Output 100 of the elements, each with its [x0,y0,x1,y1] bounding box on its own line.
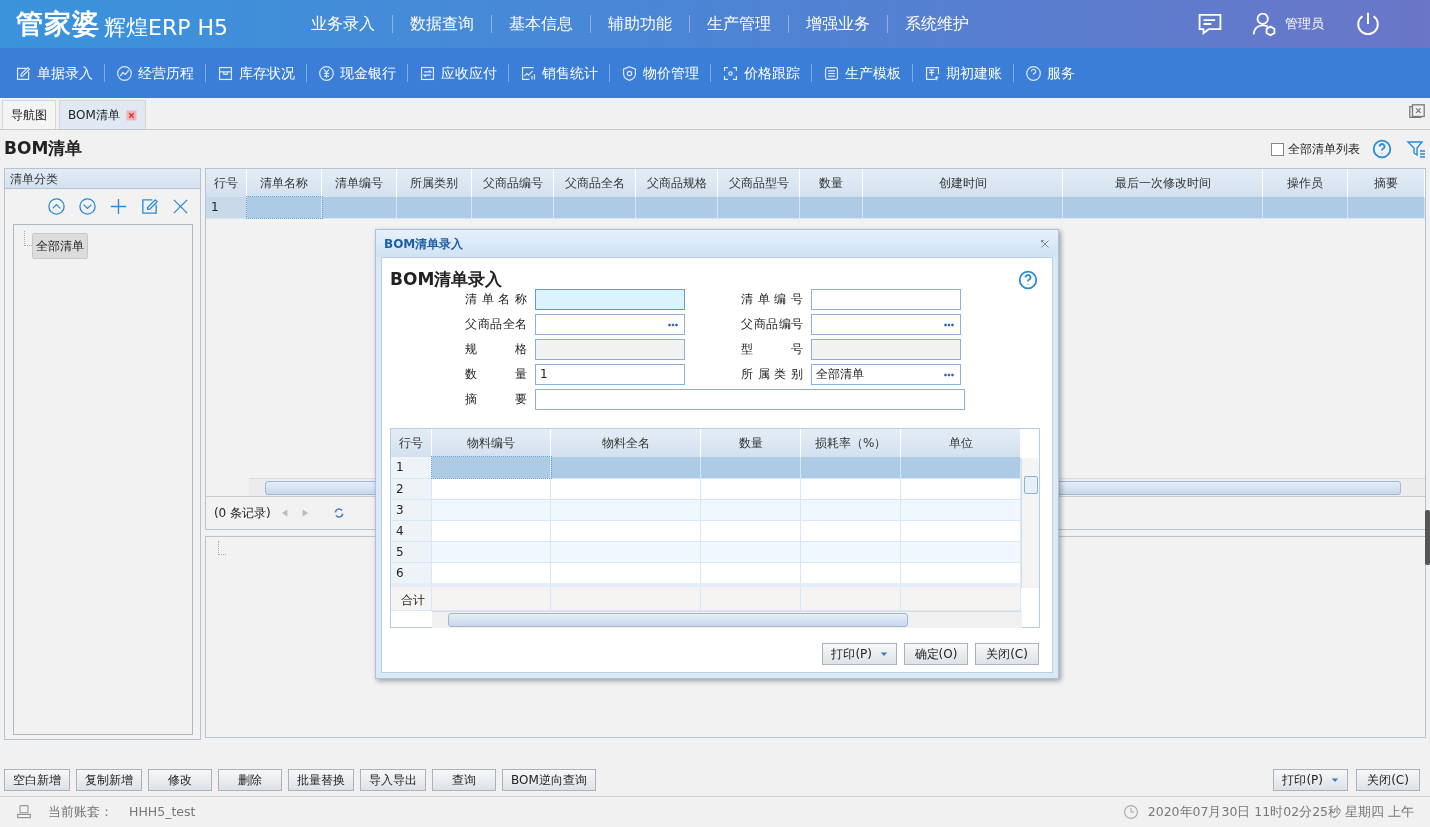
menu-item[interactable]: 业务录入 [294,15,393,33]
help-icon[interactable] [1018,269,1038,290]
input-field[interactable] [811,288,961,310]
column-header[interactable]: 行号 [205,169,247,197]
up-icon[interactable] [46,197,66,216]
more-icon[interactable] [943,372,955,377]
action-button[interactable]: 批量替换 [288,769,354,791]
column-header[interactable]: 物料编号 [431,429,551,457]
more-icon[interactable] [667,322,679,327]
action-button[interactable]: 打印(P) [1273,769,1348,791]
column-header[interactable]: 物料全名 [550,429,701,457]
toolbar-item[interactable]: 价格跟踪 [744,64,800,82]
close-icon[interactable] [1040,238,1050,249]
add-icon[interactable] [108,197,128,216]
column-header[interactable]: 创建时间 [862,169,1063,197]
shield-icon[interactable] [621,64,638,82]
transfer-icon[interactable] [419,64,436,82]
table-row[interactable]: 6 [391,562,1021,585]
toolbar-item[interactable]: 生产模板 [845,64,901,82]
target-icon[interactable] [722,64,739,82]
document-icon[interactable] [823,64,840,82]
input-field[interactable] [535,288,685,310]
datetime: 2020年07月30日 11时02分25秒 星期四 上午 [1147,802,1414,821]
action-button[interactable]: 导入导出 [360,769,426,791]
yen-icon[interactable] [318,64,335,82]
edit-icon[interactable] [15,64,32,82]
column-header[interactable]: 数量 [700,429,801,457]
chat-icon[interactable] [1197,11,1223,37]
menu-item[interactable]: 辅助功能 [591,15,690,33]
toolbar-item[interactable]: 物价管理 [643,64,699,82]
table-row[interactable]: 5 [391,541,1021,562]
action-button[interactable]: 打印(P) [822,643,897,665]
table-row[interactable]: 4 [391,520,1021,541]
table-row[interactable]: 1 [391,457,1021,478]
toolbar-item[interactable]: 现金银行 [340,64,396,82]
menu-item[interactable]: 生产管理 [690,15,789,33]
column-header[interactable]: 父商品编号 [471,169,554,197]
action-button[interactable]: 删除 [218,769,282,791]
checkbox-label[interactable]: 全部清单列表 [1288,140,1360,158]
menu-item[interactable]: 数据查询 [393,15,492,33]
column-header[interactable]: 父商品全名 [553,169,636,197]
table-row[interactable]: 3 [391,499,1021,520]
action-button[interactable]: 关闭(C) [1356,769,1420,791]
column-header[interactable]: 最后一次修改时间 [1062,169,1263,197]
toolbar-item[interactable]: 销售统计 [542,64,598,82]
toolbar-item[interactable]: 库存状况 [239,64,295,82]
toolbar-item[interactable]: 服务 [1047,64,1075,82]
column-header[interactable]: 数量 [799,169,863,197]
power-icon[interactable] [1354,10,1382,38]
edit-icon[interactable] [139,197,159,216]
tree-node[interactable]: 全部清单 [32,233,88,259]
close-all-icon[interactable] [1408,103,1426,121]
action-button[interactable]: BOM逆向查询 [502,769,596,791]
refresh-icon[interactable] [332,507,345,519]
more-icon[interactable] [943,322,955,327]
input-field[interactable]: 全部清单 [811,363,961,385]
menu-item[interactable]: 系统维护 [888,15,986,33]
ledger-icon[interactable] [924,64,941,82]
column-header[interactable]: 清单名称 [246,169,322,197]
table-row[interactable]: 2 [391,478,1021,499]
column-header[interactable]: 所属类别 [396,169,472,197]
action-button[interactable]: 空白新增 [4,769,70,791]
splitter-handle[interactable] [1425,510,1430,565]
action-button[interactable]: 修改 [148,769,212,791]
filter-icon[interactable] [1406,139,1426,159]
column-header[interactable]: 损耗率（%） [800,429,901,457]
down-icon[interactable] [77,197,97,216]
user-name[interactable]: 管理员 [1285,14,1324,34]
trend-icon[interactable] [116,64,133,82]
input-field[interactable] [811,313,961,335]
user-icon[interactable] [1251,11,1277,37]
box-icon[interactable] [217,64,234,82]
input-field[interactable] [535,388,965,410]
action-button[interactable]: 关闭(C) [975,643,1039,665]
close-icon[interactable] [125,109,137,121]
menu-item[interactable]: 基本信息 [492,15,591,33]
column-header[interactable]: 父商品型号 [717,169,800,197]
chart-icon[interactable] [520,64,537,82]
action-button[interactable]: 确定(O) [904,643,968,665]
help-icon[interactable] [1372,139,1392,159]
column-header[interactable]: 清单编号 [321,169,397,197]
tab[interactable]: 导航图 [2,100,56,129]
toolbar-item[interactable]: 经营历程 [138,64,194,82]
page-title: BOM清单 [4,137,83,161]
action-button[interactable]: 查询 [432,769,496,791]
column-header[interactable]: 操作员 [1262,169,1348,197]
menu-item[interactable]: 增强业务 [789,15,888,33]
column-header[interactable]: 行号 [391,429,432,457]
table-row[interactable]: 1 [205,197,1425,218]
toolbar-item[interactable]: 应收应付 [441,64,497,82]
column-header[interactable]: 摘要 [1347,169,1425,197]
input-field[interactable] [535,313,685,335]
tab[interactable]: BOM清单 [59,100,146,129]
toolbar-item[interactable]: 期初建账 [946,64,1002,82]
toolbar-item[interactable]: 单据录入 [37,64,93,82]
column-header[interactable]: 父商品规格 [635,169,718,197]
checkbox[interactable] [1271,142,1284,156]
column-header[interactable]: 单位 [900,429,1021,457]
action-button[interactable]: 复制新增 [76,769,142,791]
input-field[interactable]: 1 [535,363,685,385]
